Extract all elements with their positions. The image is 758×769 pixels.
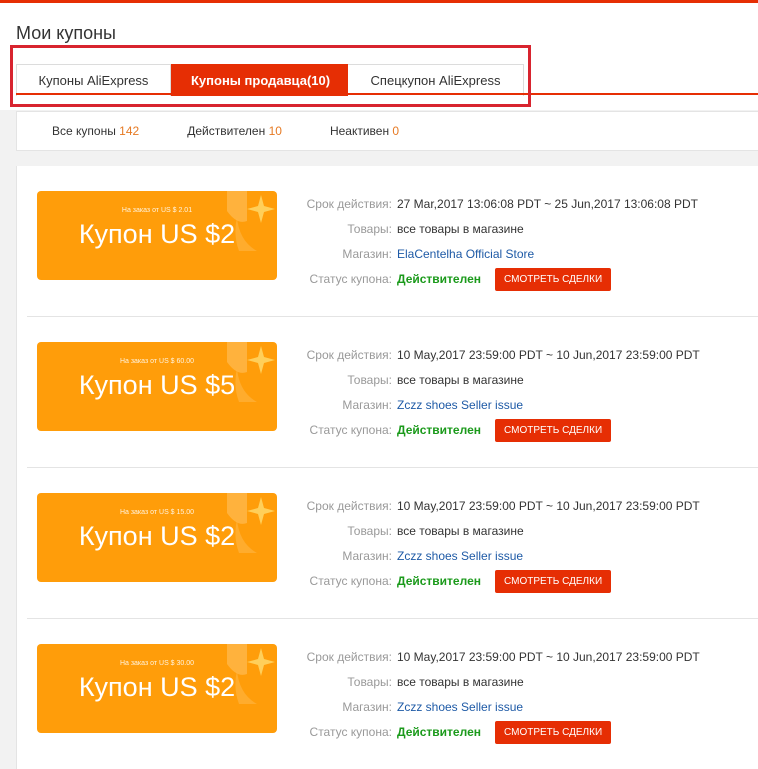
coupon-details: Срок действия: 27 Mar,2017 13:06:08 PDT ~… [277, 192, 747, 292]
status-value: Действителен [397, 574, 481, 588]
coupon-card[interactable]: На заказ от US $ 30.00 Купон US $2 [37, 644, 277, 733]
store-link[interactable]: Zczz shoes Seller issue [397, 695, 523, 720]
status-value: Действителен [397, 423, 481, 437]
coupon-card[interactable]: На заказ от US $ 15.00 Купон US $2 [37, 493, 277, 582]
store-label: Магазин: [342, 398, 392, 412]
coupon-list: На заказ от US $ 2.01 Купон US $2 Срок д… [16, 166, 758, 769]
coupon-row: На заказ от US $ 15.00 Купон US $2 Срок … [27, 468, 758, 619]
filter-count: 142 [119, 124, 140, 138]
coupon-tabs: Купоны AliExpress Купоны продавца(10) Сп… [16, 64, 524, 96]
coupon-card[interactable]: На заказ от US $ 2.01 Купон US $2 [37, 191, 277, 280]
validity-value: 10 May,2017 23:59:00 PDT ~ 10 Jun,2017 2… [397, 348, 700, 362]
coupon-amount: Купон US $2 [78, 219, 236, 249]
coupon-min-order: На заказ от US $ 30.00 [119, 660, 195, 667]
tab-underline [16, 93, 758, 95]
validity-label: Срок действия: [306, 499, 392, 513]
coupon-min-order: На заказ от US $ 2.01 [121, 207, 193, 214]
coupon-details: Срок действия: 10 May,2017 23:59:00 PDT ~… [277, 343, 747, 443]
status-label: Статус купона: [309, 574, 392, 588]
filter-label: Неактивен [329, 124, 390, 138]
coupon-details: Срок действия: 10 May,2017 23:59:00 PDT ~… [277, 645, 747, 745]
store-link[interactable]: Zczz shoes Seller issue [397, 393, 523, 418]
store-label: Магазин: [342, 700, 392, 714]
tab-special-coupons[interactable]: Спецкупон AliExpress [348, 64, 524, 96]
validity-label: Срок действия: [306, 348, 392, 362]
page-title: Мои купоны [16, 23, 116, 43]
coupon-amount: Купон US $2 [78, 672, 236, 702]
coupon-min-order: На заказ от US $ 60.00 [119, 358, 195, 365]
store-link[interactable]: ElaCentelha Official Store [397, 242, 534, 267]
status-label: Статус купона: [309, 423, 392, 437]
goods-label: Товары: [347, 524, 392, 538]
goods-value: все товары в магазине [397, 373, 524, 387]
store-label: Магазин: [342, 247, 392, 261]
coupon-row: На заказ от US $ 2.01 Купон US $2 Срок д… [27, 166, 758, 317]
filter-count: 0 [392, 124, 400, 138]
view-deals-button[interactable]: СМОТРЕТЬ СДЕЛКИ [495, 570, 612, 593]
status-label: Статус купона: [309, 272, 392, 286]
validity-label: Срок действия: [306, 197, 392, 211]
status-value: Действителен [397, 272, 481, 286]
filter-all-coupons[interactable]: Все купоны 142 [52, 124, 139, 138]
goods-value: все товары в магазине [397, 222, 524, 236]
coupon-row: На заказ от US $ 60.00 Купон US $5 Срок … [27, 317, 758, 468]
status-label: Статус купона: [309, 725, 392, 739]
filter-label: Действителен [187, 124, 266, 138]
view-deals-button[interactable]: СМОТРЕТЬ СДЕЛКИ [495, 268, 612, 291]
store-link[interactable]: Zczz shoes Seller issue [397, 544, 523, 569]
validity-value: 27 Mar,2017 13:06:08 PDT ~ 25 Jun,2017 1… [397, 197, 698, 211]
filter-valid[interactable]: Действителен 10 [187, 124, 282, 138]
validity-value: 10 May,2017 23:59:00 PDT ~ 10 Jun,2017 2… [397, 650, 700, 664]
status-value: Действителен [397, 725, 481, 739]
coupon-amount: Купон US $5 [78, 370, 236, 400]
validity-label: Срок действия: [306, 650, 392, 664]
goods-label: Товары: [347, 373, 392, 387]
coupon-min-order: На заказ от US $ 15.00 [119, 509, 195, 516]
goods-value: все товары в магазине [397, 524, 524, 538]
coupon-card[interactable]: На заказ от US $ 60.00 Купон US $5 [37, 342, 277, 431]
view-deals-button[interactable]: СМОТРЕТЬ СДЕЛКИ [495, 721, 612, 744]
goods-value: все товары в магазине [397, 675, 524, 689]
tab-seller-coupons[interactable]: Купоны продавца(10) [171, 64, 348, 96]
filter-label: Все купоны [52, 124, 116, 138]
coupon-row: На заказ от US $ 30.00 Купон US $2 Срок … [27, 619, 758, 769]
tab-aliexpress-coupons[interactable]: Купоны AliExpress [16, 64, 171, 96]
goods-label: Товары: [347, 675, 392, 689]
goods-label: Товары: [347, 222, 392, 236]
coupon-details: Срок действия: 10 May,2017 23:59:00 PDT ~… [277, 494, 747, 594]
validity-value: 10 May,2017 23:59:00 PDT ~ 10 Jun,2017 2… [397, 499, 700, 513]
filter-count: 10 [268, 124, 282, 138]
header-area: Мои купоны Купоны AliExpress Купоны прод… [0, 3, 758, 110]
view-deals-button[interactable]: СМОТРЕТЬ СДЕЛКИ [495, 419, 612, 442]
coupon-amount: Купон US $2 [78, 521, 236, 551]
filter-bar: Все купоны 142 Действителен 10 Неактивен… [16, 111, 758, 151]
filter-inactive[interactable]: Неактивен 0 [330, 124, 399, 138]
store-label: Магазин: [342, 549, 392, 563]
